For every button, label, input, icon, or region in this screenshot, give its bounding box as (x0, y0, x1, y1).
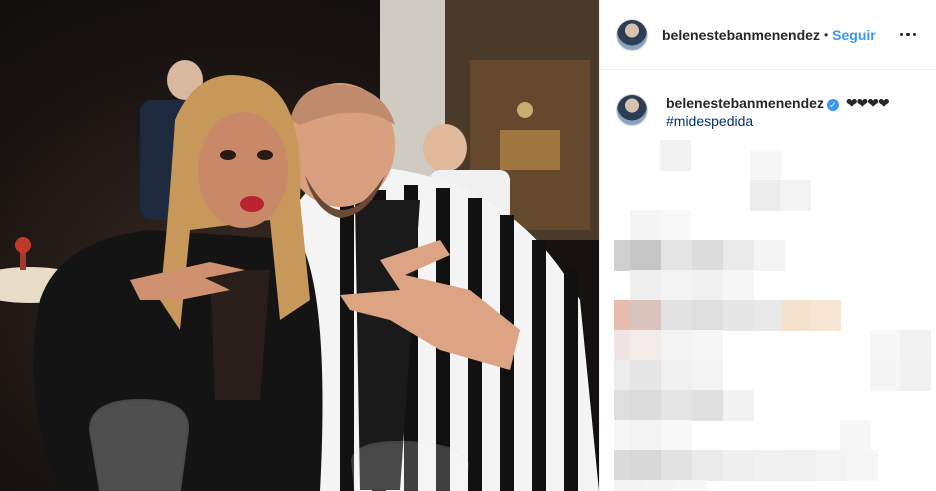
post-photo[interactable] (0, 0, 599, 491)
header-username[interactable]: belenestebanmenendez (662, 27, 820, 43)
post-header: belenestebanmenendez • Seguir (600, 0, 936, 70)
blurred-comments (600, 140, 936, 491)
avatar[interactable] (616, 18, 648, 51)
more-horizontal-icon[interactable] (896, 23, 920, 47)
caption: belenestebanmenendez ✓ ❤❤❤❤ #midespedida (600, 70, 936, 130)
caption-username[interactable]: belenestebanmenendez (666, 95, 824, 111)
follow-button[interactable]: Seguir (832, 27, 876, 43)
caption-body: belenestebanmenendez ✓ ❤❤❤❤ #midespedida (666, 94, 890, 130)
photo-illustration (0, 0, 599, 491)
verified-badge-icon: ✓ (826, 99, 839, 111)
caption-text: ❤❤❤❤ (845, 95, 890, 111)
separator-dot: • (823, 27, 829, 42)
post-sidebar: belenestebanmenendez • Seguir belenesteb… (599, 0, 936, 491)
caption-avatar[interactable] (616, 94, 648, 126)
hashtag-link[interactable]: #midespedida (666, 112, 889, 130)
